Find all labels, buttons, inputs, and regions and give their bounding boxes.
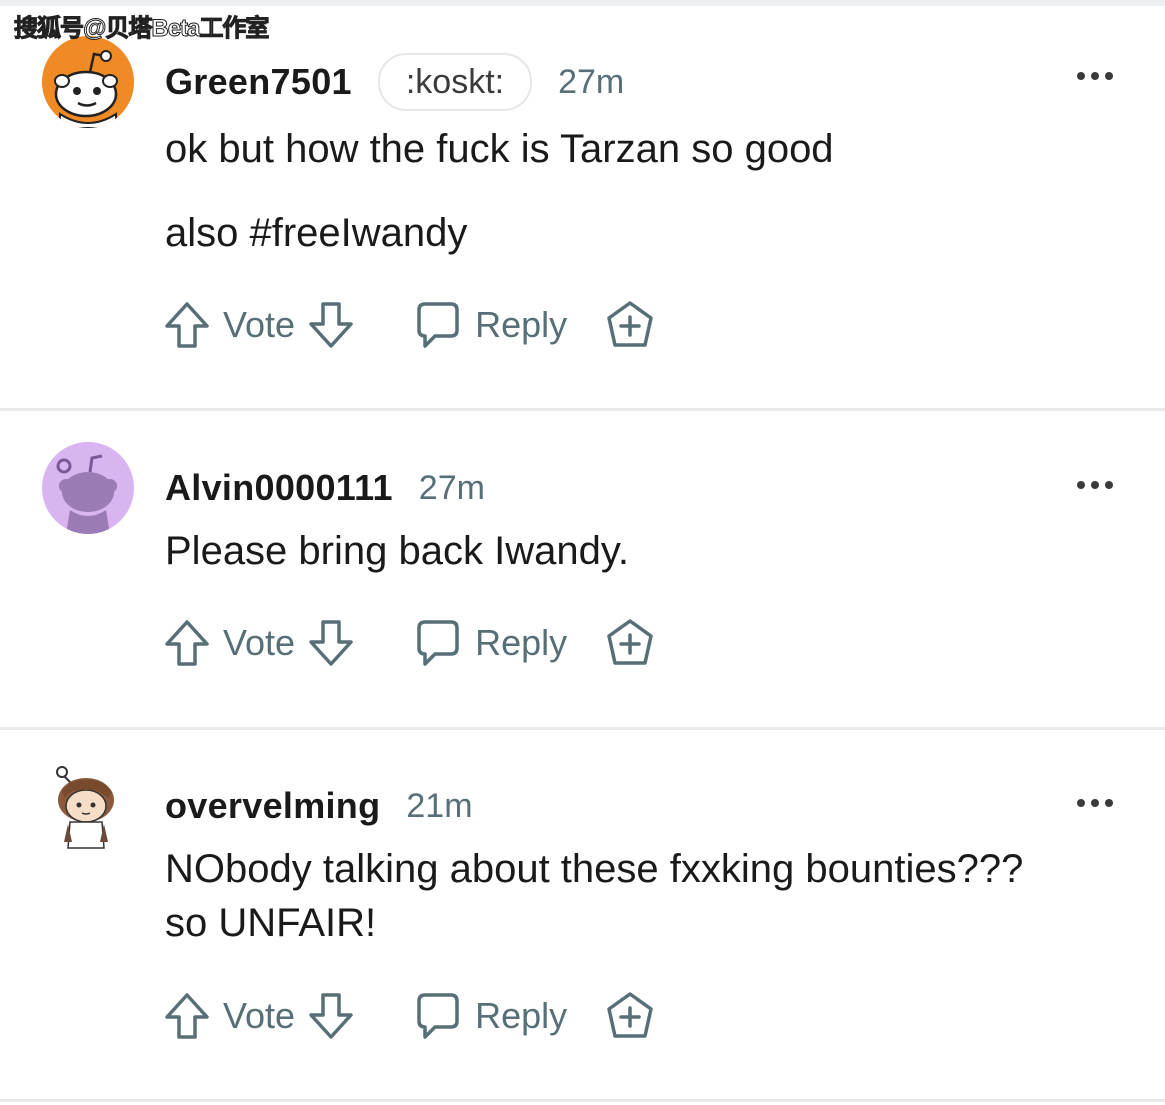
username[interactable]: Green7501 xyxy=(165,61,352,103)
comment-header: Green7501 :koskt: 27m xyxy=(165,53,625,111)
award-icon[interactable] xyxy=(605,300,655,350)
character-avatar-icon xyxy=(56,766,114,849)
comment-body: Please bring back Iwandy. xyxy=(165,524,629,578)
avatar[interactable] xyxy=(42,36,134,128)
snoo-avatar-icon xyxy=(42,36,134,128)
award-icon[interactable] xyxy=(605,991,655,1041)
upvote-icon[interactable] xyxy=(163,618,211,668)
reply-icon xyxy=(417,993,459,1039)
more-icon xyxy=(1077,72,1085,80)
vote-label: Vote xyxy=(223,995,296,1036)
upvote-icon[interactable] xyxy=(163,300,211,350)
more-icon-dot xyxy=(1105,72,1113,80)
comment-header: Alvin0000111 27m xyxy=(165,463,485,513)
more-icon-dot xyxy=(1091,799,1099,807)
more-options-button[interactable] xyxy=(1077,799,1113,807)
reply-button[interactable]: Reply xyxy=(413,991,567,1041)
comment-header: overvelming 21m xyxy=(165,781,473,831)
comment-body: NObody talking about these fxxking bount… xyxy=(165,842,1023,950)
more-icon xyxy=(1077,481,1085,489)
comment-actions: Vote Reply xyxy=(163,617,655,669)
reply-button[interactable]: Reply xyxy=(413,618,567,668)
reply-button[interactable]: Reply xyxy=(413,300,567,350)
comment-paragraph: so UNFAIR! xyxy=(165,901,377,945)
upvote-icon[interactable] xyxy=(163,991,211,1041)
timestamp: 21m xyxy=(406,786,473,825)
downvote-icon[interactable] xyxy=(307,618,355,668)
timestamp: 27m xyxy=(558,62,625,101)
snoo-avatar-icon xyxy=(42,442,134,534)
divider xyxy=(0,727,1165,730)
reply-icon xyxy=(417,620,459,666)
more-options-button[interactable] xyxy=(1077,481,1113,489)
vote-label: Vote xyxy=(223,304,296,345)
avatar[interactable] xyxy=(42,442,134,534)
comment-paragraph: also #freeIwandy xyxy=(165,211,468,255)
vote-label: Vote xyxy=(223,622,296,663)
username[interactable]: overvelming xyxy=(165,785,380,827)
reply-label: Reply xyxy=(475,995,568,1036)
divider xyxy=(0,1099,1165,1102)
comment-actions: Vote Reply xyxy=(163,990,655,1042)
comment-body: ok but how the fuck is Tarzan so good al… xyxy=(165,122,834,260)
more-icon-dot xyxy=(1091,72,1099,80)
top-border xyxy=(0,0,1165,6)
comment-paragraph: ok but how the fuck is Tarzan so good xyxy=(165,127,834,171)
more-icon-dot xyxy=(1105,799,1113,807)
more-options-button[interactable] xyxy=(1077,72,1113,80)
comment-paragraph: Please bring back Iwandy. xyxy=(165,529,629,573)
avatar[interactable] xyxy=(42,760,134,852)
timestamp: 27m xyxy=(418,468,485,507)
user-flair: :koskt: xyxy=(377,53,533,111)
divider xyxy=(0,408,1165,411)
comment-paragraph: NObody talking about these fxxking bount… xyxy=(165,847,1024,891)
downvote-icon[interactable] xyxy=(307,991,355,1041)
reply-icon xyxy=(417,302,459,348)
more-icon xyxy=(1077,799,1085,807)
reply-label: Reply xyxy=(475,304,568,345)
reply-label: Reply xyxy=(475,622,568,663)
more-icon-dot xyxy=(1091,481,1099,489)
award-icon[interactable] xyxy=(605,618,655,668)
more-icon-dot xyxy=(1105,481,1113,489)
comment-actions: Vote Reply xyxy=(163,299,655,351)
watermark: 搜狐号@贝塔Beta工作室 xyxy=(13,15,269,43)
username[interactable]: Alvin0000111 xyxy=(165,467,393,509)
downvote-icon[interactable] xyxy=(307,300,355,350)
